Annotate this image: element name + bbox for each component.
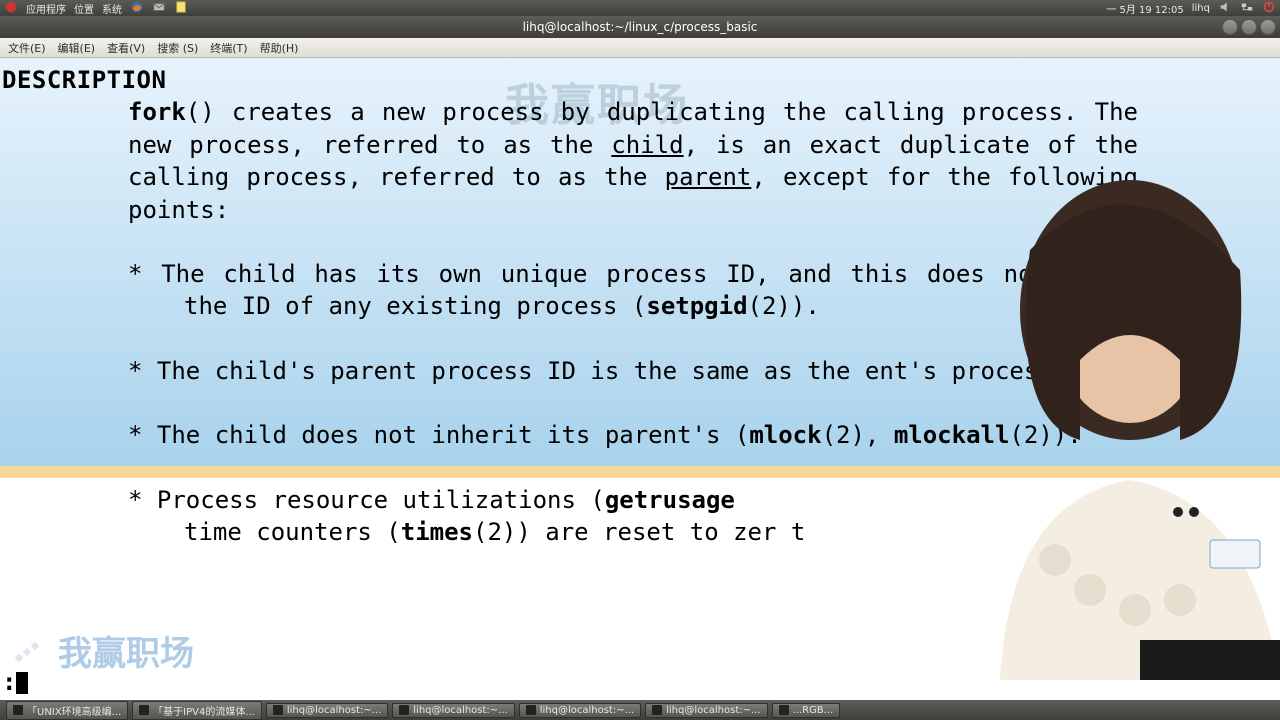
section-heading: DESCRIPTION bbox=[2, 64, 1278, 96]
username-label[interactable]: lihq bbox=[1192, 3, 1210, 14]
app-icon bbox=[13, 705, 23, 715]
maximize-button[interactable] bbox=[1241, 19, 1257, 35]
bullet-2: * The child's parent process ID is the s… bbox=[128, 355, 1138, 387]
close-button[interactable] bbox=[1260, 19, 1276, 35]
menu-edit[interactable]: 编辑(E) bbox=[58, 40, 96, 56]
minimize-button[interactable] bbox=[1222, 19, 1238, 35]
task-item[interactable]: ...RGB... bbox=[772, 703, 841, 718]
app-icon bbox=[779, 705, 789, 715]
menu-search[interactable]: 搜索 (S) bbox=[157, 40, 198, 56]
gnome-bottom-panel: 「UNIX环境高级编... 「基于IPV4的流媒体... lihq@localh… bbox=[0, 700, 1280, 720]
task-item[interactable]: lihq@localhost:~... bbox=[266, 703, 388, 718]
task-item[interactable]: 「基于IPV4的流媒体... bbox=[132, 701, 262, 720]
firefox-icon[interactable] bbox=[130, 0, 144, 17]
volume-icon[interactable] bbox=[1218, 0, 1232, 17]
rhel-icon bbox=[4, 0, 18, 17]
terminal-icon bbox=[526, 705, 536, 715]
window-titlebar[interactable]: lihq@localhost:~/linux_c/process_basic bbox=[0, 16, 1280, 38]
less-prompt: : bbox=[2, 666, 28, 698]
menu-terminal[interactable]: 终端(T) bbox=[210, 40, 247, 56]
window-title: lihq@localhost:~/linux_c/process_basic bbox=[523, 20, 758, 34]
terminal-icon bbox=[399, 705, 409, 715]
bullet-1: * The child has its own unique process I… bbox=[128, 258, 1138, 323]
menu-view[interactable]: 查看(V) bbox=[107, 40, 145, 56]
clock[interactable]: 一 5月 19 12:05 bbox=[1106, 1, 1183, 16]
mail-icon[interactable] bbox=[152, 0, 166, 17]
task-item[interactable]: 「UNIX环境高级编... bbox=[6, 701, 128, 720]
terminal-menubar: 文件(E) 编辑(E) 查看(V) 搜索 (S) 终端(T) 帮助(H) bbox=[0, 38, 1280, 58]
terminal-icon bbox=[273, 705, 283, 715]
menu-system[interactable]: 系统 bbox=[102, 1, 122, 16]
note-icon[interactable] bbox=[174, 0, 188, 17]
gnome-top-panel: 应用程序 位置 系统 一 5月 19 12:05 lihq bbox=[0, 0, 1280, 16]
watermark-logo: 我赢职场 bbox=[12, 632, 194, 678]
bullet-3: * The child does not inherit its parent'… bbox=[128, 419, 1138, 451]
manpage-text: DESCRIPTION fork() creates a new process… bbox=[0, 58, 1280, 548]
task-item[interactable]: lihq@localhost:~... bbox=[645, 703, 767, 718]
menu-file[interactable]: 文件(E) bbox=[8, 40, 46, 56]
task-item[interactable]: lihq@localhost:~... bbox=[519, 703, 641, 718]
bullet-4: * Process resource utilizations (getrusa… bbox=[128, 484, 1138, 549]
text-cursor bbox=[16, 672, 28, 694]
network-icon[interactable] bbox=[1240, 0, 1254, 17]
task-item[interactable]: lihq@localhost:~... bbox=[392, 703, 514, 718]
description-paragraph: fork() creates a new process by duplicat… bbox=[128, 96, 1138, 226]
menu-help[interactable]: 帮助(H) bbox=[260, 40, 299, 56]
menu-places[interactable]: 位置 bbox=[74, 1, 94, 16]
terminal-content[interactable]: 我赢职场 DESCRIPTION fork() creates a new pr… bbox=[0, 58, 1280, 700]
app-icon bbox=[139, 705, 149, 715]
power-icon[interactable] bbox=[1262, 0, 1276, 17]
menu-applications[interactable]: 应用程序 bbox=[26, 1, 66, 16]
terminal-icon bbox=[652, 705, 662, 715]
